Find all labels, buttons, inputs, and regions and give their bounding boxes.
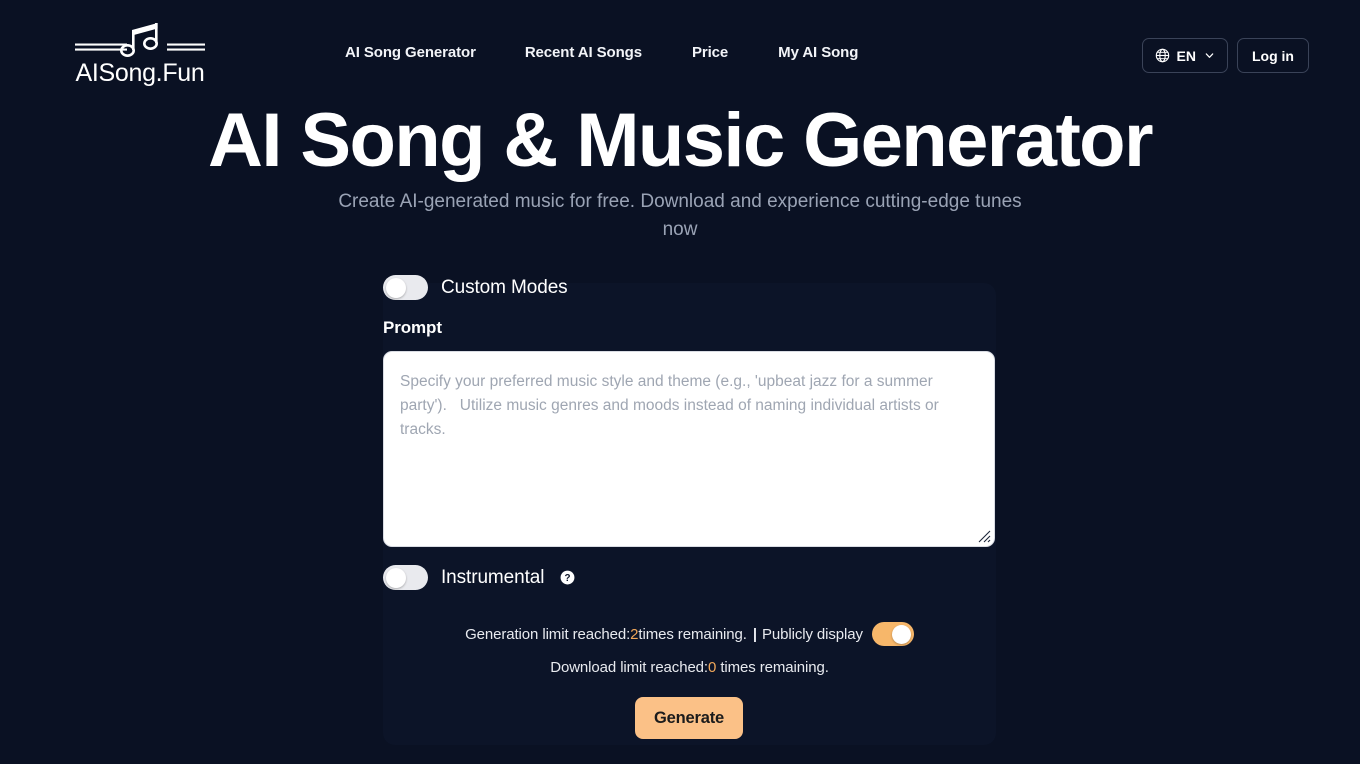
globe-icon: [1155, 48, 1169, 63]
generation-limit-prefix: Generation limit reached:: [465, 625, 631, 643]
download-limit-count: 0: [708, 659, 717, 676]
toggle-knob: [385, 567, 406, 588]
page-subtitle: Create AI-generated music for free. Down…: [338, 191, 1022, 240]
instrumental-row: Instrumental ?: [383, 565, 575, 590]
download-limit-suffix: times remaining.: [716, 659, 829, 676]
instrumental-toggle[interactable]: [383, 565, 428, 590]
nav-item-my-ai-song[interactable]: My AI Song: [778, 44, 858, 61]
download-limit-row: Download limit reached:0 times remaining…: [383, 659, 996, 676]
nav-item-price[interactable]: Price: [692, 44, 728, 61]
instrumental-label: Instrumental: [441, 566, 545, 588]
generation-limit-count: 2: [630, 625, 639, 643]
custom-modes-toggle[interactable]: [383, 275, 428, 300]
login-button[interactable]: Log in: [1237, 38, 1309, 73]
publicly-display-toggle[interactable]: [871, 622, 914, 646]
generation-limit-suffix: times remaining.: [638, 625, 747, 643]
nav-item-ai-song-generator[interactable]: AI Song Generator: [345, 44, 476, 61]
language-label: EN: [1176, 47, 1196, 64]
generate-button[interactable]: Generate: [635, 697, 743, 739]
main-navigation: AI Song Generator Recent AI Songs Price …: [345, 44, 858, 61]
page-title: AI Song & Music Generator: [208, 98, 1154, 183]
brand-name: AISong.Fun: [75, 59, 205, 87]
nav-item-recent-ai-songs[interactable]: Recent AI Songs: [525, 44, 642, 61]
brand-logo[interactable]: AISong.Fun: [75, 18, 205, 90]
site-header: AISong.Fun AI Song Generator Recent AI S…: [0, 0, 1360, 110]
question-mark-help-icon[interactable]: ?: [560, 570, 575, 585]
publicly-display-label: Publicly display: [761, 625, 863, 643]
prompt-input[interactable]: [383, 351, 995, 547]
header-actions: EN Log in: [1141, 38, 1309, 73]
download-limit-prefix: Download limit reached:: [550, 659, 708, 676]
toggle-knob: [385, 277, 406, 298]
svg-text:?: ?: [565, 573, 571, 584]
custom-modes-label: Custom Modes: [441, 276, 568, 298]
chevron-down-icon: [1205, 53, 1214, 58]
generation-limit-row: Generation limit reached: 2 times remain…: [383, 622, 996, 646]
prompt-label: Prompt: [383, 318, 442, 337]
page-root: AISong.Fun AI Song Generator Recent AI S…: [0, 0, 1360, 764]
language-selector[interactable]: EN: [1141, 38, 1228, 73]
toggle-knob: [892, 624, 912, 644]
limit-separator: |: [752, 625, 757, 643]
custom-modes-row: Custom Modes: [383, 275, 568, 300]
